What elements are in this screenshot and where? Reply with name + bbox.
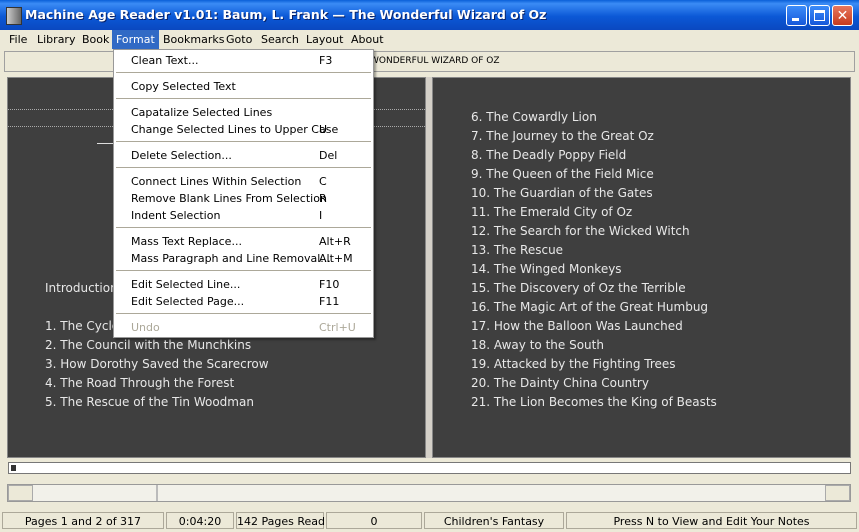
menu-goto[interactable]: Goto	[222, 30, 256, 49]
menu-layout[interactable]: Layout	[302, 30, 347, 49]
chapter-line[interactable]: 5. The Rescue of the Tin Woodman	[45, 393, 254, 412]
menu-item-label: Remove Blank Lines From Selection	[131, 192, 327, 205]
menu-item-label: Edit Selected Line...	[131, 278, 241, 291]
menu-item-copy-selected-text[interactable]: Copy Selected Text	[114, 78, 373, 95]
reading-progress-bar	[8, 462, 851, 474]
close-button[interactable]: ✕	[832, 5, 853, 26]
menu-item-mass-text-replace[interactable]: Mass Text Replace... Alt+R	[114, 233, 373, 250]
menu-item-shortcut: C	[319, 175, 327, 188]
menu-item-label: Clean Text...	[131, 54, 199, 67]
menu-separator	[116, 227, 371, 228]
menu-item-shortcut: I	[319, 209, 323, 222]
menu-bookmarks[interactable]: Bookmarks	[159, 30, 228, 49]
menu-search[interactable]: Search	[257, 30, 303, 49]
minimize-button[interactable]	[786, 5, 807, 26]
menu-item-connect-lines[interactable]: Connect Lines Within Selection C	[114, 173, 373, 190]
chapter-line[interactable]: 3. How Dorothy Saved the Scarecrow	[45, 355, 269, 374]
menu-item-clean-text[interactable]: Clean Text... F3	[114, 52, 373, 69]
menu-item-label: Undo	[131, 321, 160, 334]
menu-item-shortcut: F3	[319, 54, 333, 67]
menu-format[interactable]: Format	[112, 30, 159, 49]
format-menu-dropdown: Clean Text... F3 Copy Selected Text Capa…	[113, 49, 374, 338]
menu-item-label: Delete Selection...	[131, 149, 232, 162]
scroll-thumb[interactable]	[156, 485, 158, 501]
menu-item-mass-paragraph-removal[interactable]: Mass Paragraph and Line Removal... Alt+M	[114, 250, 373, 267]
menu-item-label: Capatalize Selected Lines	[131, 106, 273, 119]
menu-separator	[116, 167, 371, 168]
chapter-line[interactable]: 6. The Cowardly Lion	[471, 108, 597, 127]
scroll-left-button[interactable]	[8, 485, 33, 501]
menu-item-shortcut: Ctrl+U	[319, 321, 356, 334]
chapter-line[interactable]: 8. The Deadly Poppy Field	[471, 146, 626, 165]
menu-item-shortcut: Del	[319, 149, 338, 162]
menu-item-delete-selection[interactable]: Delete Selection... Del	[114, 147, 373, 164]
menu-item-remove-blank-lines[interactable]: Remove Blank Lines From Selection R	[114, 190, 373, 207]
minimize-icon	[792, 18, 799, 21]
chapter-line[interactable]: 17. How the Balloon Was Launched	[471, 317, 683, 336]
introduction-line[interactable]: Introduction	[45, 279, 118, 298]
menu-item-label: Mass Paragraph and Line Removal...	[131, 252, 331, 265]
menu-item-edit-selected-line[interactable]: Edit Selected Line... F10	[114, 276, 373, 293]
chapter-line[interactable]: 2. The Council with the Munchkins	[45, 336, 251, 355]
menu-item-edit-selected-page[interactable]: Edit Selected Page... F11	[114, 293, 373, 310]
title-bar[interactable]: Machine Age Reader v1.01: Baum, L. Frank…	[0, 0, 859, 30]
menu-about[interactable]: About	[347, 30, 388, 49]
status-pages: Pages 1 and 2 of 317	[2, 512, 164, 529]
menu-item-shortcut: F10	[319, 278, 340, 291]
chapter-line[interactable]: 13. The Rescue	[471, 241, 563, 260]
chapter-line[interactable]: 7. The Journey to the Great Oz	[471, 127, 654, 146]
menu-item-shortcut: Alt+M	[319, 252, 353, 265]
chapter-line[interactable]: 9. The Queen of the Field Mice	[471, 165, 654, 184]
menu-item-label: Change Selected Lines to Upper Case	[131, 123, 339, 136]
menu-item-indent-selection[interactable]: Indent Selection I	[114, 207, 373, 224]
reading-progress-fill	[11, 465, 16, 471]
chapter-line[interactable]: 10. The Guardian of the Gates	[471, 184, 653, 203]
menu-item-label: Connect Lines Within Selection	[131, 175, 302, 188]
menu-separator	[116, 98, 371, 99]
menu-item-upper-case[interactable]: Change Selected Lines to Upper Case U	[114, 121, 373, 138]
maximize-icon	[814, 10, 825, 21]
menu-item-shortcut: Alt+R	[319, 235, 351, 248]
app-book-icon[interactable]	[6, 7, 22, 25]
chapter-line[interactable]: 20. The Dainty China Country	[471, 374, 649, 393]
status-bar: Pages 1 and 2 of 317 0:04:20 142 Pages R…	[0, 510, 859, 532]
menu-separator	[116, 141, 371, 142]
menu-separator	[116, 313, 371, 314]
chapter-line[interactable]: 11. The Emerald City of Oz	[471, 203, 632, 222]
chapter-line[interactable]: 15. The Discovery of Oz the Terrible	[471, 279, 686, 298]
menu-item-shortcut: U	[319, 123, 328, 136]
menu-separator	[116, 270, 371, 271]
maximize-button[interactable]	[809, 5, 830, 26]
status-hint: Press N to View and Edit Your Notes	[566, 512, 857, 529]
menu-bar: File Library Book Format Bookmarks Goto …	[0, 30, 859, 49]
menu-item-undo: Undo Ctrl+U	[114, 319, 373, 336]
chapter-line[interactable]: 12. The Search for the Wicked Witch	[471, 222, 690, 241]
page-scrollbar[interactable]	[7, 484, 851, 502]
chapter-line[interactable]: 14. The Winged Monkeys	[471, 260, 622, 279]
chapter-line[interactable]: 16. The Magic Art of the Great Humbug	[471, 298, 708, 317]
menu-library[interactable]: Library	[33, 30, 79, 49]
status-genre: Children's Fantasy	[424, 512, 564, 529]
menu-item-label: Indent Selection	[131, 209, 221, 222]
chapter-line[interactable]: 18. Away to the South	[471, 336, 604, 355]
scroll-right-button[interactable]	[825, 485, 850, 501]
menu-item-capitalize-lines[interactable]: Capatalize Selected Lines	[114, 104, 373, 121]
menu-item-label: Mass Text Replace...	[131, 235, 242, 248]
menu-file[interactable]: File	[5, 30, 31, 49]
status-time: 0:04:20	[166, 512, 234, 529]
menu-book[interactable]: Book	[78, 30, 113, 49]
close-icon: ✕	[836, 8, 849, 24]
menu-item-shortcut: F11	[319, 295, 340, 308]
status-count: 0	[326, 512, 422, 529]
menu-item-label: Copy Selected Text	[131, 80, 236, 93]
menu-item-shortcut: R	[319, 192, 327, 205]
chapter-line[interactable]: 21. The Lion Becomes the King of Beasts	[471, 393, 717, 412]
status-pages-read: 142 Pages Read	[236, 512, 325, 529]
window-title: Machine Age Reader v1.01: Baum, L. Frank…	[25, 7, 547, 22]
chapter-line[interactable]: 4. The Road Through the Forest	[45, 374, 234, 393]
menu-separator	[116, 72, 371, 73]
chapter-line[interactable]: 19. Attacked by the Fighting Trees	[471, 355, 676, 374]
menu-item-label: Edit Selected Page...	[131, 295, 245, 308]
